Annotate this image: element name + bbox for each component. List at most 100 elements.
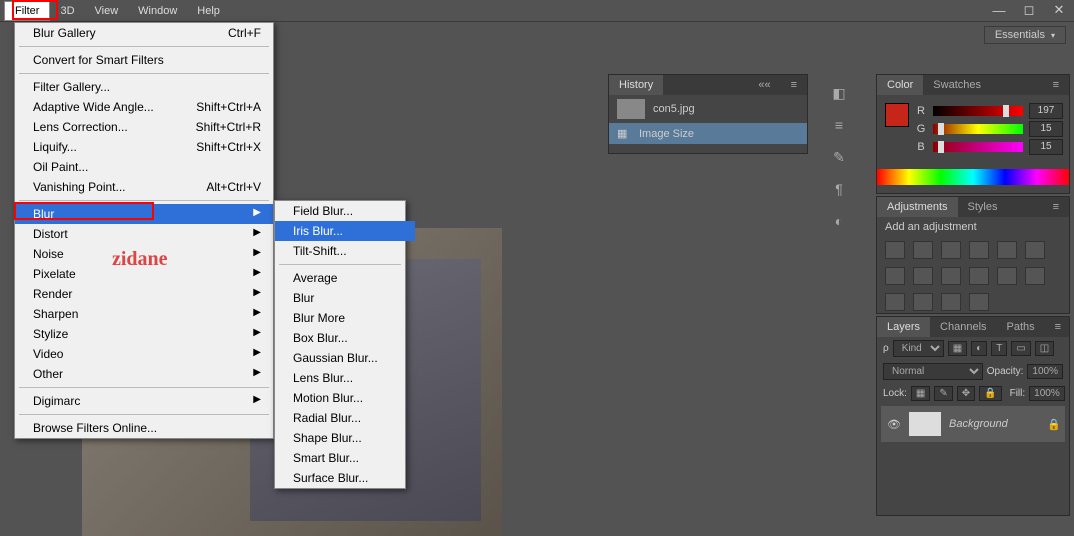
menu-item[interactable]: Distort▶ [15,224,273,244]
adj-curves-icon[interactable] [941,241,961,259]
b-value[interactable]: 15 [1029,139,1063,155]
history-step[interactable]: ▦ Image Size [609,123,807,144]
menu-item[interactable]: Vanishing Point...Alt+Ctrl+V [15,177,273,197]
filter-pixel-icon[interactable]: ▦ [948,341,967,356]
submenu-item[interactable]: Gaussian Blur... [275,348,415,368]
filter-shape-icon[interactable]: ▭ [1011,341,1030,356]
menu-item[interactable]: Lens Correction...Shift+Ctrl+R [15,117,273,137]
history-tab[interactable]: History [609,75,663,95]
adj-hue-icon[interactable] [1025,241,1045,259]
menu-item[interactable]: Browse Filters Online... [15,418,273,438]
panel-collapse-icon[interactable]: «« [748,75,780,95]
menu-item[interactable]: Liquify...Shift+Ctrl+X [15,137,273,157]
menu-filter[interactable]: Filter [4,1,50,21]
menu-item[interactable]: Filter Gallery... [15,77,273,97]
adj-poster-icon[interactable] [1025,267,1045,285]
menu-item[interactable]: Render▶ [15,284,273,304]
panel-menu-icon[interactable]: ≡ [1045,317,1071,337]
styles-tab[interactable]: Styles [958,197,1008,217]
b-slider[interactable] [933,142,1023,152]
filter-adj-icon[interactable]: ◐ [971,341,987,356]
channels-tab[interactable]: Channels [930,317,996,337]
adjustments-tab[interactable]: Adjustments [877,197,958,217]
adj-levels-icon[interactable] [913,241,933,259]
adj-mixer-icon[interactable] [941,267,961,285]
g-value[interactable]: 15 [1029,121,1063,137]
visibility-icon[interactable]: 👁 [887,418,901,431]
layer-background[interactable]: 👁 Background 🔒 [881,406,1065,442]
workspace-switcher[interactable]: Essentials ▾ [984,26,1066,44]
adj-select-icon[interactable] [941,293,961,311]
swatches-tab[interactable]: Swatches [923,75,991,95]
menu-item[interactable]: Convert for Smart Filters [15,50,273,70]
menu-3d[interactable]: 3D [50,2,84,20]
fill-value[interactable]: 100% [1029,386,1065,401]
history-source[interactable]: con5.jpg [609,95,807,123]
g-slider[interactable] [933,124,1023,134]
adj-invert-icon[interactable] [997,267,1017,285]
menu-item[interactable]: Digimarc▶ [15,391,273,411]
dock-icon[interactable]: ¶ [830,180,848,198]
menu-window[interactable]: Window [128,2,187,20]
color-tab[interactable]: Color [877,75,923,95]
menu-item[interactable]: Oil Paint... [15,157,273,177]
adj-more-icon[interactable] [969,293,989,311]
adj-brightness-icon[interactable] [885,241,905,259]
adj-vibrance-icon[interactable] [997,241,1017,259]
minimize-button[interactable]: — [984,0,1014,20]
filter-smart-icon[interactable]: ◫ [1035,341,1054,356]
submenu-item[interactable]: Blur [275,288,415,308]
lock-trans-icon[interactable]: ▦ [911,386,930,401]
opacity-value[interactable]: 100% [1027,364,1063,379]
submenu-item[interactable]: Iris Blur... [275,221,415,241]
submenu-item[interactable]: Blur More [275,308,415,328]
submenu-item[interactable]: Radial Blur... [275,408,415,428]
submenu-item[interactable]: Shape Blur... [275,428,415,448]
filter-type-icon[interactable]: T [991,341,1007,356]
r-value[interactable]: 197 [1029,103,1063,119]
layer-filter-kind[interactable]: Kind [893,340,944,357]
dock-icon[interactable]: ≡ [830,116,848,134]
blend-mode-select[interactable]: Normal [883,363,983,380]
adj-thresh-icon[interactable] [885,293,905,311]
panel-menu-icon[interactable]: ≡ [1043,197,1069,217]
adj-exposure-icon[interactable] [969,241,989,259]
dock-icon[interactable]: ✎ [830,148,848,166]
menu-item[interactable]: Stylize▶ [15,324,273,344]
submenu-item[interactable]: Surface Blur... [275,468,415,488]
lock-all-icon[interactable]: 🔒 [979,386,1001,401]
r-slider[interactable] [933,106,1023,116]
submenu-item[interactable]: Smart Blur... [275,448,415,468]
menu-item[interactable]: Other▶ [15,364,273,384]
menu-item[interactable]: Video▶ [15,344,273,364]
submenu-item[interactable]: Field Blur... [275,201,415,221]
menu-item[interactable]: Sharpen▶ [15,304,273,324]
close-button[interactable]: ✕ [1044,0,1074,20]
menu-item[interactable]: Blur GalleryCtrl+F [15,23,273,43]
layers-tab[interactable]: Layers [877,317,930,337]
menu-help[interactable]: Help [187,2,230,20]
foreground-color-swatch[interactable] [885,103,909,127]
menu-item[interactable]: Blur▶ [15,204,273,224]
submenu-item[interactable]: Lens Blur... [275,368,415,388]
lock-paint-icon[interactable]: ✎ [934,386,952,401]
submenu-item[interactable]: Tilt-Shift... [275,241,415,261]
history-thumbnail [617,99,645,119]
lock-pos-icon[interactable]: ✥ [957,386,975,401]
menu-item[interactable]: Adaptive Wide Angle...Shift+Ctrl+A [15,97,273,117]
adj-grad-icon[interactable] [913,293,933,311]
maximize-button[interactable]: ◻ [1014,0,1044,20]
submenu-item[interactable]: Average [275,268,415,288]
panel-menu-icon[interactable]: ≡ [1043,75,1069,95]
submenu-item[interactable]: Motion Blur... [275,388,415,408]
color-spectrum[interactable] [877,169,1069,185]
adj-lookup-icon[interactable] [969,267,989,285]
dock-icon[interactable]: ◐ [830,212,848,230]
adj-photo-icon[interactable] [913,267,933,285]
adj-bw-icon[interactable] [885,267,905,285]
dock-icon[interactable]: ◧ [830,84,848,102]
menu-view[interactable]: View [85,2,129,20]
panel-menu-icon[interactable]: ≡ [781,75,807,95]
paths-tab[interactable]: Paths [997,317,1045,337]
submenu-item[interactable]: Box Blur... [275,328,415,348]
